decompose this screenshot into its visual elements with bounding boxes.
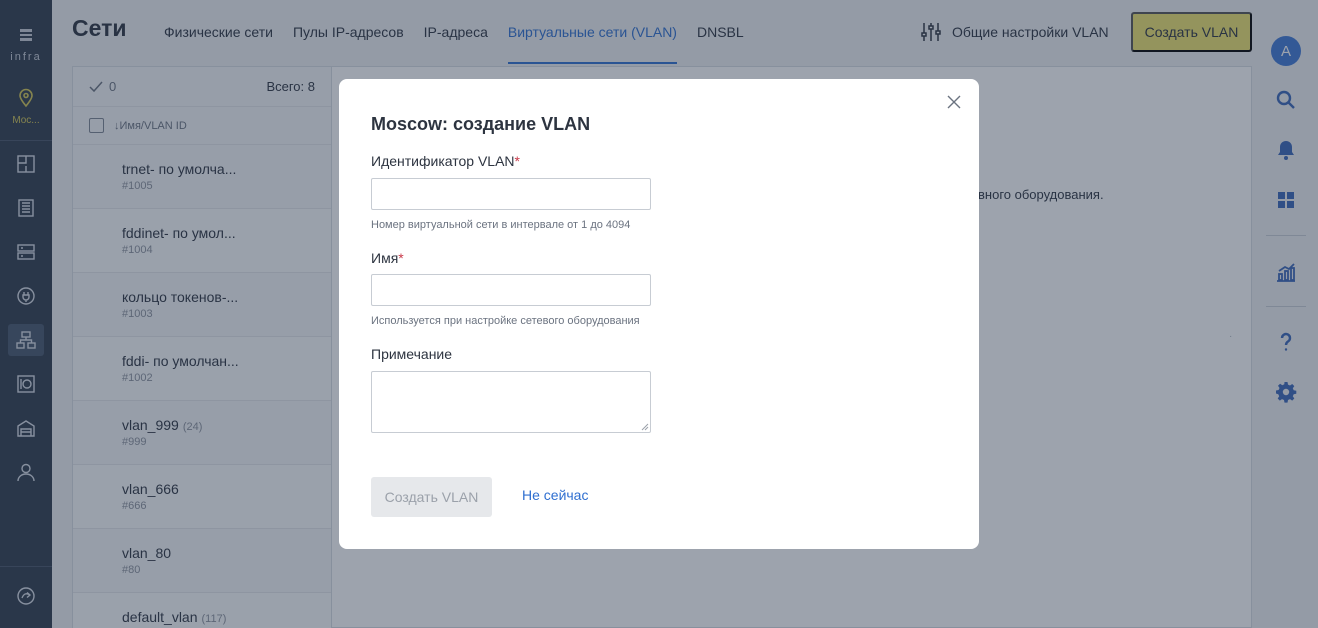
vlan-id-hint: Номер виртуальной сети в интервале от 1 … (371, 219, 631, 231)
create-vlan-dialog: Moscow: создание VLAN Идентификатор VLAN… (339, 79, 979, 549)
note-textarea[interactable] (371, 371, 651, 433)
required-mark: * (398, 250, 404, 266)
resize-handle-icon[interactable] (641, 423, 649, 431)
dialog-title: Moscow: создание VLAN (371, 114, 591, 134)
required-mark: * (514, 153, 520, 169)
not-now-link[interactable]: Не сейчас (522, 487, 588, 503)
name-label: Имя* (371, 250, 404, 266)
name-input[interactable] (371, 274, 651, 306)
submit-create-vlan-button[interactable]: Создать VLAN (371, 477, 492, 517)
close-icon[interactable] (945, 93, 963, 111)
vlan-id-input[interactable] (371, 178, 651, 210)
vlan-id-label: Идентификатор VLAN* (371, 153, 520, 169)
note-label: Примечание (371, 346, 453, 362)
name-hint: Используется при настройке сетевого обор… (371, 315, 640, 327)
